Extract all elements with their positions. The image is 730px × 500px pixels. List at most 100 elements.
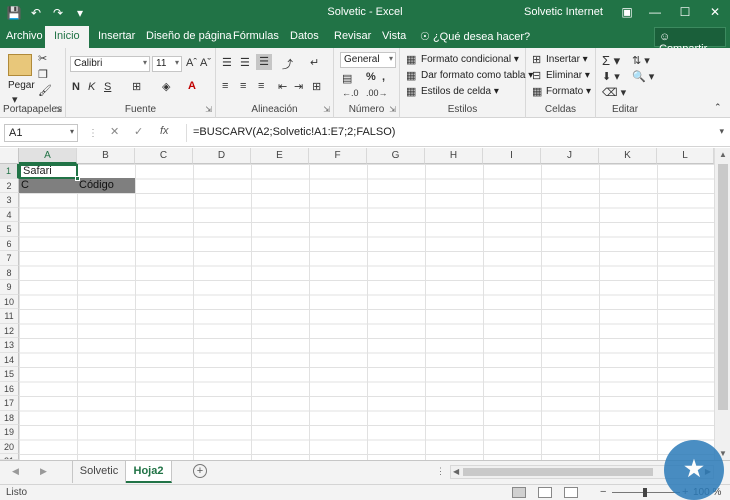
column-header[interactable]: C [135, 148, 193, 164]
enter-icon[interactable]: ✓ [134, 125, 143, 138]
tab-revisar[interactable]: Revisar [334, 30, 371, 42]
insert-cells-button[interactable]: Insertar ▾ [546, 54, 588, 65]
tab-vista[interactable]: Vista [382, 30, 406, 42]
customize-icon[interactable]: ▾ [72, 6, 88, 20]
column-header[interactable]: I [483, 148, 541, 164]
copy-icon[interactable]: ❐ [38, 68, 48, 81]
column-header[interactable]: A [19, 148, 77, 164]
column-header[interactable]: D [193, 148, 251, 164]
row-header[interactable]: 17 [0, 396, 19, 411]
wrap-text-icon[interactable]: ↵ [310, 56, 319, 69]
vertical-scrollbar[interactable]: ▲ ▼ [714, 148, 730, 460]
column-header[interactable]: K [599, 148, 657, 164]
row-header[interactable]: 3 [0, 193, 19, 208]
expand-formula-icon[interactable]: ▾ [719, 126, 724, 137]
align-top-icon[interactable]: ☰ [222, 56, 232, 69]
row-header[interactable]: 11 [0, 309, 19, 324]
align-left-icon[interactable]: ≡ [222, 80, 228, 92]
tab-split-icon[interactable]: ⋮ [436, 466, 445, 477]
tell-me-box[interactable]: ☉ ¿Qué desea hacer? [420, 30, 530, 43]
align-bottom-icon[interactable]: ☰ [256, 54, 272, 70]
column-header[interactable]: F [309, 148, 367, 164]
column-header[interactable]: J [541, 148, 599, 164]
vertical-scroll-thumb[interactable] [718, 164, 728, 410]
tab-datos[interactable]: Datos [290, 30, 319, 42]
select-all-corner[interactable] [0, 148, 19, 164]
grow-font-icon[interactable]: Aˆ [186, 57, 197, 69]
row-header[interactable]: 12 [0, 323, 19, 338]
tab-diseno-de-pagina[interactable]: Diseño de página [146, 30, 232, 42]
percent-icon[interactable]: % [366, 71, 376, 83]
font-name-dropdown[interactable]: Calibri ▾ [70, 56, 150, 72]
horizontal-scroll-thumb[interactable] [463, 468, 653, 476]
underline-icon[interactable]: S [104, 81, 111, 93]
tab-inicio[interactable]: Inicio [45, 26, 89, 48]
worksheet-grid[interactable]: A B C D E F G H I J K L 1 2 3 4 5 6 7 8 … [0, 148, 730, 460]
row-header[interactable]: 19 [0, 425, 19, 440]
column-header[interactable]: L [657, 148, 714, 164]
align-center-icon[interactable]: ≡ [240, 80, 246, 92]
minimize-icon[interactable]: — [640, 0, 670, 26]
increase-decimal-icon[interactable]: ←.0 [342, 88, 359, 98]
scroll-up-icon[interactable]: ▲ [719, 150, 727, 159]
number-format-dropdown[interactable]: General ▾ [340, 52, 396, 68]
redo-icon[interactable]: ↷ [50, 6, 66, 20]
zoom-out-icon[interactable]: − [600, 486, 606, 498]
row-header[interactable]: 7 [0, 251, 19, 266]
italic-icon[interactable]: K [88, 81, 95, 93]
fill-handle[interactable] [75, 176, 80, 181]
tab-insertar[interactable]: Insertar [98, 30, 135, 42]
column-header[interactable]: E [251, 148, 309, 164]
sheet-tab-solvetic[interactable]: Solvetic [72, 461, 126, 483]
tab-formulas[interactable]: Fórmulas [233, 30, 279, 42]
row-header[interactable]: 1 [0, 164, 19, 179]
delete-cells-button[interactable]: Eliminar ▾ [546, 70, 590, 81]
ribbon-options-icon[interactable]: ▣ [614, 0, 640, 26]
font-launcher-icon[interactable]: ⇲ [205, 105, 212, 114]
prev-sheet-icon[interactable]: ◀ [12, 466, 19, 477]
cell-b2[interactable]: Código [77, 178, 135, 193]
column-header[interactable]: G [367, 148, 425, 164]
page-layout-view-icon[interactable] [538, 487, 552, 498]
share-button[interactable]: ☺ Compartir [654, 27, 726, 55]
name-box[interactable]: A1 ▾ [4, 124, 78, 142]
save-icon[interactable]: 💾 [6, 6, 22, 20]
close-icon[interactable]: ✕ [700, 0, 730, 26]
conditional-format-button[interactable]: Formato condicional ▾ [421, 54, 519, 65]
increase-indent-icon[interactable]: ⇥ [294, 80, 303, 93]
page-break-view-icon[interactable] [564, 487, 578, 498]
row-header[interactable]: 16 [0, 381, 19, 396]
row-header[interactable]: 14 [0, 352, 19, 367]
decrease-indent-icon[interactable]: ⇤ [278, 80, 287, 93]
borders-icon[interactable]: ⊞ [132, 80, 141, 93]
paste-button-label[interactable]: Pegar [8, 80, 35, 91]
clipboard-launcher-icon[interactable]: ⇲ [55, 105, 62, 114]
font-size-dropdown[interactable]: 11 ▾ [152, 56, 182, 72]
autosum-icon[interactable]: Σ ▾ [602, 53, 620, 69]
number-launcher-icon[interactable]: ⇲ [389, 105, 396, 114]
column-header[interactable]: B [77, 148, 135, 164]
row-header[interactable]: 6 [0, 236, 19, 251]
bold-icon[interactable]: N [72, 81, 80, 93]
zoom-slider-thumb[interactable] [643, 488, 647, 497]
normal-view-icon[interactable] [512, 487, 526, 498]
paste-icon[interactable] [8, 54, 32, 76]
accounting-format-icon[interactable]: ▤ [342, 72, 352, 85]
next-sheet-icon[interactable]: ▶ [40, 466, 47, 477]
format-cells-button[interactable]: Formato ▾ [546, 86, 591, 97]
row-header[interactable]: 18 [0, 410, 19, 425]
comma-style-icon[interactable]: , [382, 71, 385, 83]
row-header[interactable]: 10 [0, 294, 19, 309]
insert-function-icon[interactable]: fx [160, 125, 169, 137]
cut-icon[interactable]: ✂ [38, 52, 47, 65]
alignment-launcher-icon[interactable]: ⇲ [323, 105, 330, 114]
scroll-left-icon[interactable]: ◀ [453, 467, 459, 476]
fill-color-icon[interactable]: ◈ [162, 80, 170, 93]
row-header[interactable]: 13 [0, 338, 19, 353]
add-sheet-icon[interactable]: + [193, 464, 207, 478]
tab-archivo[interactable]: Archivo [6, 30, 43, 42]
decrease-decimal-icon[interactable]: .00→ [366, 88, 388, 98]
column-header[interactable]: H [425, 148, 483, 164]
row-header[interactable]: 5 [0, 222, 19, 237]
undo-icon[interactable]: ↶ [28, 6, 44, 20]
